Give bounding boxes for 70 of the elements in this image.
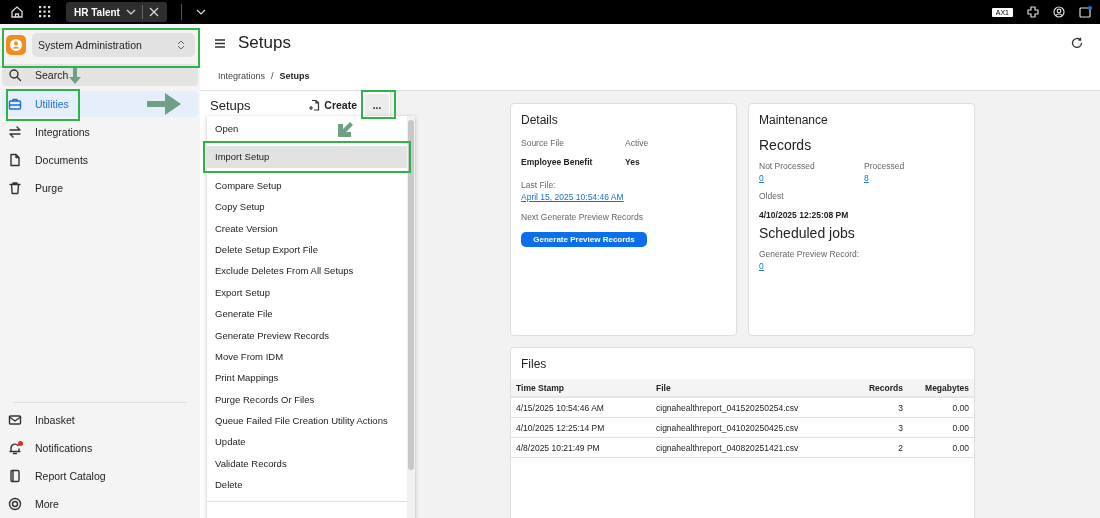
sidebar-item[interactable]: Integrations <box>2 119 198 145</box>
table-cell: cignahealthreport_041020250425.csv <box>651 417 838 438</box>
section-heading: Records <box>759 137 813 153</box>
field-label: Processed <box>864 160 906 172</box>
sidebar-item[interactable]: More <box>2 490 185 517</box>
field-label: Not Processed <box>759 160 816 172</box>
table-cell: 4/8/2025 10:21:49 PM <box>511 437 651 458</box>
menu-item[interactable]: Exclude Deletes From All Setups <box>207 260 407 282</box>
menu-item[interactable]: Generate Preview Records <box>207 324 407 346</box>
table-cell: cignahealthreport_040820251421.csv <box>651 437 838 458</box>
panel-title: Setups <box>210 97 251 113</box>
field-label: Source File <box>521 137 565 149</box>
table-cell: 0.00 <box>908 417 974 438</box>
field-label: Active <box>625 137 650 149</box>
more-button[interactable]: ... <box>365 94 389 116</box>
menu-item[interactable]: Queue Failed File Creation Utility Actions <box>207 410 407 432</box>
column-header[interactable]: File <box>651 379 838 397</box>
field-value: Yes <box>625 156 641 168</box>
sidebar-item[interactable]: Notifications <box>2 434 185 461</box>
field-value: Employee Benefit <box>521 156 594 168</box>
table-cell: 2 <box>838 437 908 458</box>
field-label: Last File: <box>521 179 557 191</box>
menu-item[interactable]: Validate Records <box>207 452 407 475</box>
card-title: Files <box>520 357 548 371</box>
card-title: Details <box>521 113 559 127</box>
sidebar-item[interactable]: Purge <box>2 175 198 201</box>
field-label: Generate Preview Record: <box>759 248 861 260</box>
table-cell: 3 <box>838 417 908 438</box>
table-cell: 0.00 <box>908 397 974 418</box>
table-cell: 0.00 <box>908 437 974 458</box>
menu-item[interactable]: Import Setup <box>207 146 407 168</box>
menu-item[interactable]: Delete Setup Export File <box>207 238 407 261</box>
breadcrumb-link[interactable]: Setups <box>279 71 310 81</box>
menu-item[interactable]: Delete <box>207 474 407 496</box>
menu-item[interactable]: Print Mappings <box>207 367 407 389</box>
card-title: Maintenance <box>759 113 829 127</box>
menu-item[interactable]: Generate File <box>207 303 407 325</box>
menu-item[interactable]: Export Setup <box>207 281 407 304</box>
field-value: 4/10/2025 12:25:08 PM <box>759 209 850 221</box>
column-header[interactable]: Megabytes <box>908 379 974 397</box>
menu-item[interactable]: Copy Setup <box>207 196 407 218</box>
column-header[interactable]: Time Stamp <box>511 379 651 397</box>
section-heading: Scheduled jobs <box>759 225 856 241</box>
last-file-link[interactable]: April 15, 2025 10:54:46 AM <box>521 191 624 203</box>
sidebar-item[interactable]: Documents <box>2 147 198 173</box>
table-cell: 4/10/2025 12:25:14 PM <box>511 417 651 438</box>
menu-item[interactable]: Purge Records Or Files <box>207 388 407 411</box>
role-select[interactable]: System Administration <box>32 32 195 57</box>
menu-item[interactable]: Create Version <box>207 217 407 239</box>
field-label: Oldest <box>759 190 785 202</box>
table-cell: cignahealthreport_041520250254.csv <box>651 397 838 418</box>
app-tab[interactable]: HR Talent <box>66 2 167 22</box>
generate-button[interactable]: Generate Preview Records <box>521 232 647 247</box>
breadcrumb-separator: / <box>271 71 274 81</box>
table-cell: 3 <box>838 397 908 418</box>
create-button[interactable]: Create <box>324 99 361 111</box>
breadcrumb-link[interactable]: Integrations <box>218 71 266 81</box>
count-link[interactable]: 0 <box>759 172 764 184</box>
menu-item[interactable]: Open <box>207 118 407 140</box>
count-link[interactable]: 8 <box>864 172 869 184</box>
menu-item[interactable]: Compare Setup <box>207 174 407 197</box>
menu-item[interactable]: Update <box>207 431 407 453</box>
column-header[interactable]: Records <box>838 379 908 397</box>
menu-item[interactable]: Move From IDM <box>207 345 407 368</box>
count-link[interactable]: 0 <box>759 260 764 272</box>
sidebar-item[interactable]: Inbasket <box>2 406 185 433</box>
field-label: Next Generate Preview Records <box>521 211 644 223</box>
sidebar-item[interactable]: Report Catalog <box>2 462 185 489</box>
table-cell: 4/15/2025 10:54:46 AM <box>511 397 651 418</box>
page-title: Setups <box>238 33 291 53</box>
